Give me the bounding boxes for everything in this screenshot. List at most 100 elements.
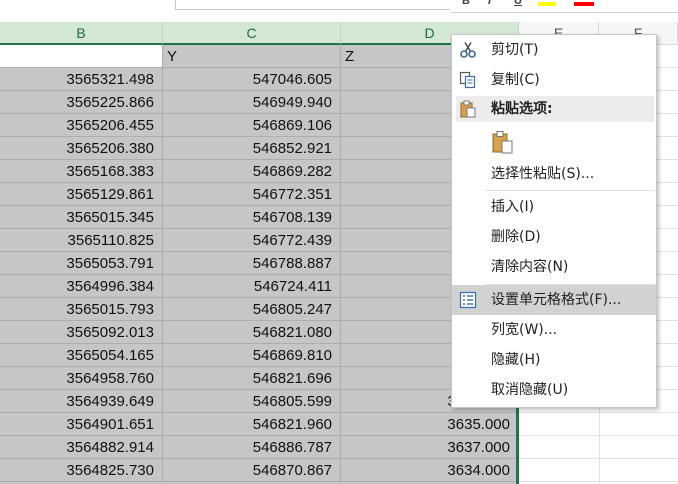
cell[interactable] bbox=[0, 45, 163, 68]
cell[interactable]: 546772.351 bbox=[163, 183, 341, 206]
cell[interactable]: 546821.960 bbox=[163, 413, 341, 436]
menu-item-delete[interactable]: 删除(D) bbox=[452, 222, 656, 252]
menu-item-column-width[interactable]: 列宽(W)... bbox=[452, 315, 656, 345]
paste-options-label: 粘贴选项: bbox=[491, 101, 553, 117]
cell[interactable]: 3565110.825 bbox=[0, 229, 163, 252]
cell[interactable]: 546788.887 bbox=[163, 252, 341, 275]
cell[interactable]: 546805.599 bbox=[163, 390, 341, 413]
gridline bbox=[519, 412, 678, 413]
table-row: 3565110.825546772.4393 bbox=[0, 229, 519, 252]
cell[interactable]: 3564958.760 bbox=[0, 367, 163, 390]
cell[interactable]: 3565321.498 bbox=[0, 68, 163, 91]
cell[interactable]: 3565054.165 bbox=[0, 344, 163, 367]
table-row: 3565054.165546869.8103 bbox=[0, 344, 519, 367]
menu-item-format-cells[interactable]: 设置单元格格式(F)... bbox=[452, 285, 656, 315]
cell[interactable]: 3565015.793 bbox=[0, 298, 163, 321]
table-row: 3564996.384546724.4113 bbox=[0, 275, 519, 298]
gridline bbox=[519, 435, 678, 436]
table-row: 3565015.793546805.2473 bbox=[0, 298, 519, 321]
table-row: 3565129.861546772.3513 bbox=[0, 183, 519, 206]
mini-format-toolbar: B I U bbox=[450, 0, 678, 13]
cell[interactable]: 3565092.013 bbox=[0, 321, 163, 344]
font-color-icon[interactable] bbox=[574, 2, 594, 6]
cell[interactable]: 3565225.866 bbox=[0, 91, 163, 114]
format-cells-icon bbox=[459, 291, 477, 309]
cell[interactable]: 546821.080 bbox=[163, 321, 341, 344]
cell[interactable]: 3565129.861 bbox=[0, 183, 163, 206]
cell[interactable]: 3564882.914 bbox=[0, 436, 163, 459]
cell[interactable]: 546772.439 bbox=[163, 229, 341, 252]
menu-item-cut[interactable]: 剪切(T) bbox=[452, 35, 656, 65]
cell[interactable]: 547046.605 bbox=[163, 68, 341, 91]
table-row: 3565206.455546869.1063 bbox=[0, 114, 519, 137]
menu-item-label: 复制(C) bbox=[491, 72, 540, 88]
cell[interactable]: 3637.000 bbox=[341, 436, 519, 459]
bold-button[interactable]: B bbox=[462, 0, 470, 7]
menu-item-label: 清除内容(N) bbox=[491, 259, 569, 275]
cell[interactable]: 546869.282 bbox=[163, 160, 341, 183]
cell[interactable]: 3635.000 bbox=[341, 413, 519, 436]
table-header-row: Y Z bbox=[0, 45, 519, 68]
menu-item-unhide[interactable]: 取消隐藏(U) bbox=[452, 375, 656, 405]
paste-options-section: 粘贴选项: bbox=[452, 94, 656, 124]
cell[interactable]: 546852.921 bbox=[163, 137, 341, 160]
column-header-b[interactable]: B bbox=[0, 22, 163, 45]
cell[interactable]: 3565206.380 bbox=[0, 137, 163, 160]
column-header-c[interactable]: C bbox=[163, 22, 341, 45]
cell[interactable]: 3565053.791 bbox=[0, 252, 163, 275]
cell[interactable]: 546949.940 bbox=[163, 91, 341, 114]
table-row: 3564939.649546805.5993634.000 bbox=[0, 390, 519, 413]
selected-range[interactable]: Y Z 3565321.498547046.60533565225.866546… bbox=[0, 45, 519, 484]
table-row: 3564882.914 546886.787 3637.000 bbox=[0, 436, 519, 459]
cell[interactable]: 546886.787 bbox=[163, 436, 341, 459]
menu-item-label: 隐藏(H) bbox=[491, 352, 541, 368]
cell[interactable]: Y bbox=[163, 45, 341, 68]
menu-item-hide[interactable]: 隐藏(H) bbox=[452, 345, 656, 375]
menu-item-label: 取消隐藏(U) bbox=[491, 382, 569, 398]
formula-bar[interactable] bbox=[175, 0, 457, 10]
table-row: 3564901.651 546821.960 3635.000 bbox=[0, 413, 519, 436]
underline-button[interactable]: U bbox=[514, 0, 522, 7]
gridline bbox=[519, 458, 678, 459]
highlight-color-icon[interactable] bbox=[538, 2, 556, 6]
table-row: 3565225.866546949.9403 bbox=[0, 91, 519, 114]
paste-keep-format-icon[interactable] bbox=[491, 130, 515, 154]
menu-item-insert[interactable]: 插入(I) bbox=[452, 192, 656, 222]
table-row: 3564958.760546821.6963 bbox=[0, 367, 519, 390]
cell[interactable]: 3564996.384 bbox=[0, 275, 163, 298]
cell[interactable]: 3565168.383 bbox=[0, 160, 163, 183]
cell[interactable]: 546869.810 bbox=[163, 344, 341, 367]
menu-item-clear-contents[interactable]: 清除内容(N) bbox=[452, 252, 656, 282]
cell[interactable]: 3564825.730 bbox=[0, 459, 163, 482]
gridline bbox=[519, 481, 678, 482]
cell[interactable]: 546805.247 bbox=[163, 298, 341, 321]
cell[interactable]: 3634.000 bbox=[341, 459, 519, 482]
menu-item-label: 选择性粘贴(S)... bbox=[491, 166, 595, 182]
cell[interactable]: 3565015.345 bbox=[0, 206, 163, 229]
scissors-icon bbox=[460, 42, 476, 58]
italic-button[interactable]: I bbox=[488, 0, 491, 7]
table-row: 3565321.498547046.6053 bbox=[0, 68, 519, 91]
menu-item-copy[interactable]: 复制(C) bbox=[452, 65, 656, 95]
cell[interactable]: 546870.867 bbox=[163, 459, 341, 482]
table-row: 3565092.013546821.0803 bbox=[0, 321, 519, 344]
cell[interactable]: 546869.106 bbox=[163, 114, 341, 137]
cell[interactable]: 546821.696 bbox=[163, 367, 341, 390]
menu-item-label: 剪切(T) bbox=[491, 42, 539, 58]
menu-item-label: 列宽(W)... bbox=[491, 322, 558, 338]
cell[interactable]: 546724.411 bbox=[163, 275, 341, 298]
cell[interactable]: 546708.139 bbox=[163, 206, 341, 229]
cell[interactable]: 3565206.455 bbox=[0, 114, 163, 137]
context-menu: 剪切(T) 复制(C) 粘贴选项: 选择性粘贴(S)... 插入(I) 删除(D… bbox=[451, 34, 657, 408]
table-row: 3565206.380546852.9213 bbox=[0, 137, 519, 160]
table-row: 3565053.791546788.8873 bbox=[0, 252, 519, 275]
paste-icon bbox=[460, 100, 476, 118]
menu-item-paste-special[interactable]: 选择性粘贴(S)... bbox=[452, 159, 656, 189]
copy-icon bbox=[459, 71, 476, 89]
cell[interactable]: 3564901.651 bbox=[0, 413, 163, 436]
table-row: 3565015.345546708.1393 bbox=[0, 206, 519, 229]
table-row: 3564825.730 546870.867 3634.000 bbox=[0, 459, 519, 482]
menu-item-label: 设置单元格格式(F)... bbox=[491, 292, 622, 308]
menu-item-label: 删除(D) bbox=[491, 229, 541, 245]
cell[interactable]: 3564939.649 bbox=[0, 390, 163, 413]
